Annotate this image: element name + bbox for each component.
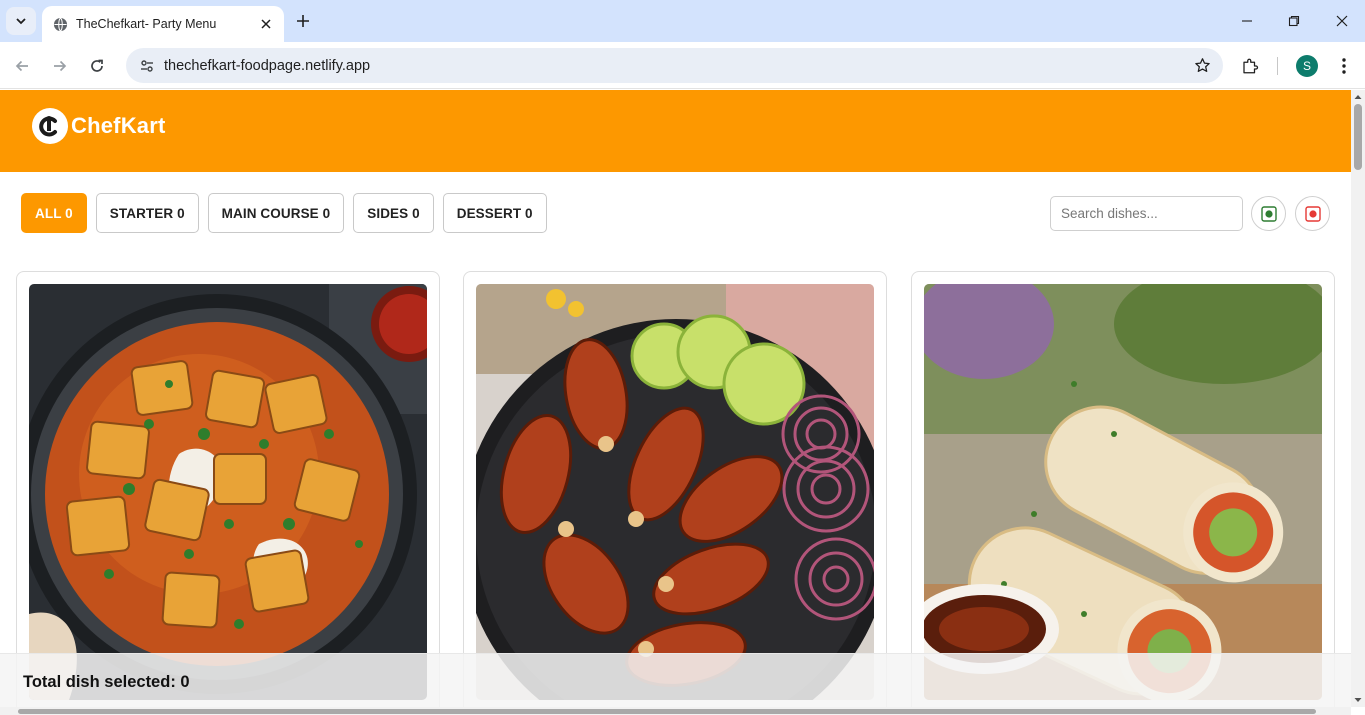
horizontal-scroll-thumb[interactable]: [18, 709, 1316, 714]
dish-card[interactable]: [911, 271, 1335, 707]
extensions-button[interactable]: [1236, 52, 1264, 80]
browser-tab[interactable]: TheChefkart- Party Menu: [42, 6, 284, 42]
tab-title: TheChefkart- Party Menu: [76, 17, 217, 31]
vertical-scroll-thumb[interactable]: [1354, 104, 1362, 170]
paneer-curry-image: [29, 284, 427, 700]
address-bar[interactable]: thechefkart-foodpage.netlify.app: [126, 48, 1223, 83]
profile-avatar[interactable]: S: [1296, 55, 1318, 77]
page-viewport: ChefKart ALL 0 STARTER 0 MAIN COURSE 0 S…: [0, 90, 1351, 707]
tandoori-chicken-image: [476, 284, 874, 700]
restore-button[interactable]: [1271, 0, 1317, 42]
back-button[interactable]: [8, 52, 36, 80]
brand-name: ChefKart: [71, 113, 166, 138]
globe-icon: [52, 16, 68, 32]
veg-filter-button[interactable]: [1251, 196, 1286, 231]
close-tab-icon[interactable]: [256, 14, 276, 34]
dish-card[interactable]: [16, 271, 440, 707]
scroll-up-icon[interactable]: [1351, 92, 1365, 102]
horizontal-scrollbar[interactable]: [0, 707, 1351, 715]
vertical-scrollbar[interactable]: [1351, 90, 1365, 707]
non-veg-filter-button[interactable]: [1295, 196, 1330, 231]
search-input[interactable]: [1050, 196, 1243, 231]
chef-logo-icon: [32, 108, 68, 144]
browser-menu-button[interactable]: [1330, 52, 1358, 80]
site-header: ChefKart: [0, 90, 1351, 172]
restore-icon: [1288, 15, 1300, 27]
browser-tab-strip: TheChefkart- Party Menu: [0, 0, 1365, 42]
scroll-down-icon[interactable]: [1351, 695, 1365, 705]
reload-button[interactable]: [83, 52, 111, 80]
more-vert-icon: [1342, 58, 1346, 74]
toolbar-separator: [1277, 57, 1278, 75]
selection-footer: Total dish selected: 0: [0, 653, 1351, 707]
url-text[interactable]: thechefkart-foodpage.netlify.app: [164, 58, 1187, 74]
tab-search-button[interactable]: [6, 7, 36, 35]
minimize-button[interactable]: [1224, 0, 1270, 42]
puzzle-icon: [1243, 58, 1259, 74]
minimize-icon: [1242, 20, 1252, 22]
filter-starter[interactable]: STARTER 0: [95, 193, 199, 233]
filter-all[interactable]: ALL 0: [21, 193, 87, 233]
plus-icon: [297, 15, 309, 27]
total-selected-text: Total dish selected: 0: [23, 673, 190, 691]
arrow-right-icon: [54, 60, 67, 72]
new-tab-button[interactable]: [290, 9, 316, 33]
non-veg-icon: [1304, 205, 1321, 222]
filter-sides[interactable]: SIDES 0: [353, 193, 434, 233]
forward-button[interactable]: [46, 52, 74, 80]
category-filters: ALL 0 STARTER 0 MAIN COURSE 0 SIDES 0 DE…: [21, 193, 547, 233]
close-window-button[interactable]: [1319, 0, 1365, 42]
bookmark-star-icon[interactable]: [1187, 51, 1217, 81]
close-icon: [1336, 15, 1348, 27]
filter-main-course[interactable]: MAIN COURSE 0: [207, 193, 345, 233]
reload-icon: [91, 59, 103, 72]
veg-icon: [1260, 205, 1277, 222]
browser-toolbar: thechefkart-foodpage.netlify.app S: [0, 42, 1365, 89]
site-info-icon[interactable]: [136, 55, 158, 77]
spring-rolls-image: [924, 284, 1322, 700]
chevron-down-icon: [16, 18, 26, 25]
brand-logo[interactable]: ChefKart: [32, 108, 166, 144]
filter-dessert[interactable]: DESSERT 0: [442, 193, 547, 233]
arrow-left-icon: [15, 60, 28, 72]
dish-card[interactable]: [463, 271, 887, 707]
